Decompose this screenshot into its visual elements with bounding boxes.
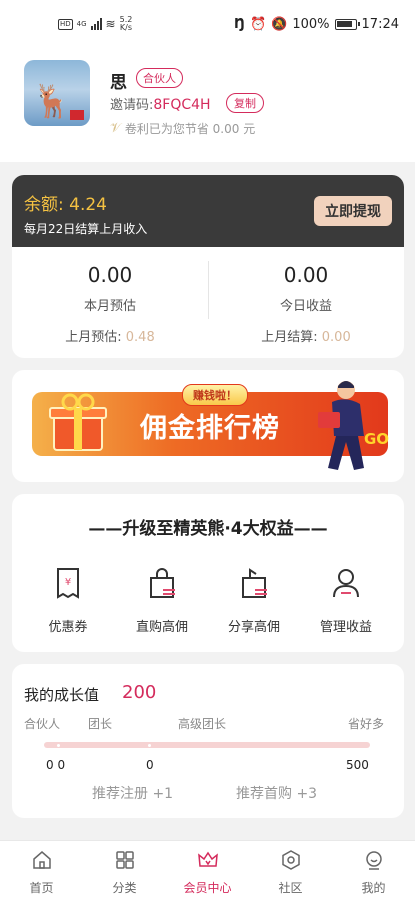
stat-previous: 上月结算: 0.00 (208, 326, 404, 345)
level-label: 省好多 (348, 717, 385, 731)
banner-pill: 赚钱啦！ (182, 384, 248, 406)
stat-value: 0.00 (87, 263, 133, 287)
growth-card: 我的成长值 200 合伙人 团长 高级团长 省好多 0 0 0 500 推荐注册… (12, 664, 404, 818)
benefit-label: 优惠券 (48, 620, 88, 635)
threshold-value: 500 (346, 758, 369, 772)
stat-today-income[interactable]: 0.00 今日收益 上月结算: 0.00 (208, 247, 404, 358)
benefits-title: ——升级至精英熊·4大权益—— (88, 519, 328, 539)
tab-label: 社区 (278, 881, 303, 895)
alarm-icon: ⏰ (249, 17, 267, 32)
community-icon (281, 850, 300, 870)
growth-tip-first-purchase: 推荐首购 +3 (236, 786, 318, 802)
benefit-coupon[interactable]: ¥ 优惠券 (22, 566, 114, 635)
coupon-icon: ¥ (57, 568, 79, 599)
wifi-icon: ≋ (105, 17, 116, 31)
benefit-manage-income[interactable]: 管理收益 (300, 566, 392, 635)
svg-text:¥: ¥ (65, 577, 71, 588)
share-bag-icon (242, 568, 267, 598)
invite-label: 邀请码: (110, 98, 154, 113)
grid-icon (115, 851, 134, 869)
banner-go: GO (364, 430, 390, 448)
bottom-tab-bar: 首页 分类 会员中心 社区 我的 (0, 840, 415, 900)
nfc-icon: Ŋ (234, 17, 245, 32)
tab-label: 会员中心 (183, 881, 232, 895)
benefit-label: 管理收益 (319, 620, 372, 635)
status-bar: HD 4G ≋ 5.2 K/s Ŋ ⏰ 🔕 100% 17:24 (0, 0, 415, 50)
member-tag: 合伙人 (136, 68, 183, 88)
level-label: 合伙人 (24, 717, 61, 731)
businessman-icon (318, 381, 364, 470)
tab-label: 分类 (112, 881, 137, 895)
tab-mine[interactable]: 我的 (332, 849, 415, 896)
savings-text: 卷利已为您节省 0.00 元 (124, 122, 256, 136)
balance-header: 余额: 4.24 每月22日结算上月收入 立即提现 (12, 175, 404, 247)
battery-percent: 100% (292, 17, 330, 32)
growth-tip-register: 推荐注册 +1 (92, 786, 174, 802)
balance-card: 余额: 4.24 每月22日结算上月收入 立即提现 0.00 本月预估 上月预估… (12, 175, 404, 358)
benefit-label: 分享高佣 (227, 620, 280, 635)
threshold-value: 0 (146, 758, 154, 772)
hd-icon: HD (58, 18, 73, 30)
settlement-note: 每月22日结算上月收入 (24, 222, 148, 236)
stat-previous-label: 上月预估: (65, 330, 126, 345)
stat-label: 本月预估 (83, 299, 136, 314)
profile-icon (365, 851, 382, 870)
stat-monthly-estimate[interactable]: 0.00 本月预估 上月预估: 0.48 (12, 247, 208, 358)
banner-title: 佣金排行榜 (140, 413, 280, 444)
benefit-label: 直购高佣 (135, 620, 188, 635)
benefit-direct-purchase[interactable]: 直购高佣 (116, 566, 208, 635)
tab-label: 我的 (361, 881, 386, 895)
stat-previous-value: 0.00 (321, 330, 351, 345)
invite-code-row: 邀请码:8FQC4H (110, 94, 211, 113)
deer-icon: 🦌 (32, 82, 72, 120)
invite-code: 8FQC4H (153, 97, 211, 113)
copy-button[interactable]: 复制 (226, 93, 264, 113)
tab-home[interactable]: 首页 (0, 849, 83, 896)
user-icon (333, 569, 359, 598)
stat-value: 0.00 (283, 263, 329, 287)
stat-label: 今日收益 (279, 299, 332, 314)
withdraw-button[interactable]: 立即提现 (314, 196, 392, 226)
benefit-share[interactable]: 分享高佣 (208, 566, 300, 635)
speed-unit: K/s (119, 23, 133, 32)
stat-previous-label: 上月结算: (261, 330, 322, 345)
leaf-icon: 𝒱 (110, 121, 121, 136)
commission-ranking-banner[interactable]: 赚钱啦！ 佣金排行榜 GO (12, 370, 404, 482)
level-label: 团长 (88, 717, 113, 731)
crown-icon (197, 851, 218, 867)
growth-marker (148, 744, 151, 747)
stat-previous-value: 0.48 (125, 330, 155, 345)
shopping-bag-icon (150, 568, 175, 598)
growth-value: 200 (122, 682, 157, 703)
signal-icon (90, 18, 102, 30)
benefits-card: ——升级至精英熊·4大权益—— ¥ 优惠券 直购高佣 分享高佣 管理收益 (12, 494, 404, 652)
tab-label: 首页 (29, 881, 54, 895)
savings-row: 𝒱 卷利已为您节省 0.00 元 (110, 120, 255, 137)
gift-box-icon (49, 393, 107, 451)
profile-section: 🦌 思 合伙人 邀请码:8FQC4H 复制 𝒱 卷利已为您节省 0.00 元 (0, 50, 415, 162)
network-label: 4G (76, 20, 87, 28)
level-label: 高级团长 (178, 717, 227, 731)
growth-marker (57, 744, 60, 747)
stat-previous: 上月预估: 0.48 (12, 326, 208, 345)
user-name: 思 (110, 73, 127, 93)
home-icon (32, 851, 51, 869)
mute-icon: 🔕 (271, 17, 288, 32)
balance-amount: 余额: 4.24 (24, 195, 107, 215)
tab-member-center[interactable]: 会员中心 (166, 849, 249, 896)
battery-icon (334, 19, 360, 30)
flag-icon (70, 110, 84, 120)
tab-community[interactable]: 社区 (249, 849, 332, 896)
tab-category[interactable]: 分类 (83, 849, 166, 896)
avatar[interactable]: 🦌 (24, 60, 90, 126)
status-left: HD 4G ≋ 5.2 K/s (58, 16, 132, 32)
growth-title: 我的成长值 (24, 686, 100, 704)
status-right: Ŋ ⏰ 🔕 100% 17:24 (234, 17, 399, 32)
threshold-value: 0 0 (46, 758, 66, 772)
network-speed: 5.2 K/s (120, 16, 133, 32)
clock: 17:24 (361, 17, 399, 32)
growth-progress-track (44, 742, 370, 748)
